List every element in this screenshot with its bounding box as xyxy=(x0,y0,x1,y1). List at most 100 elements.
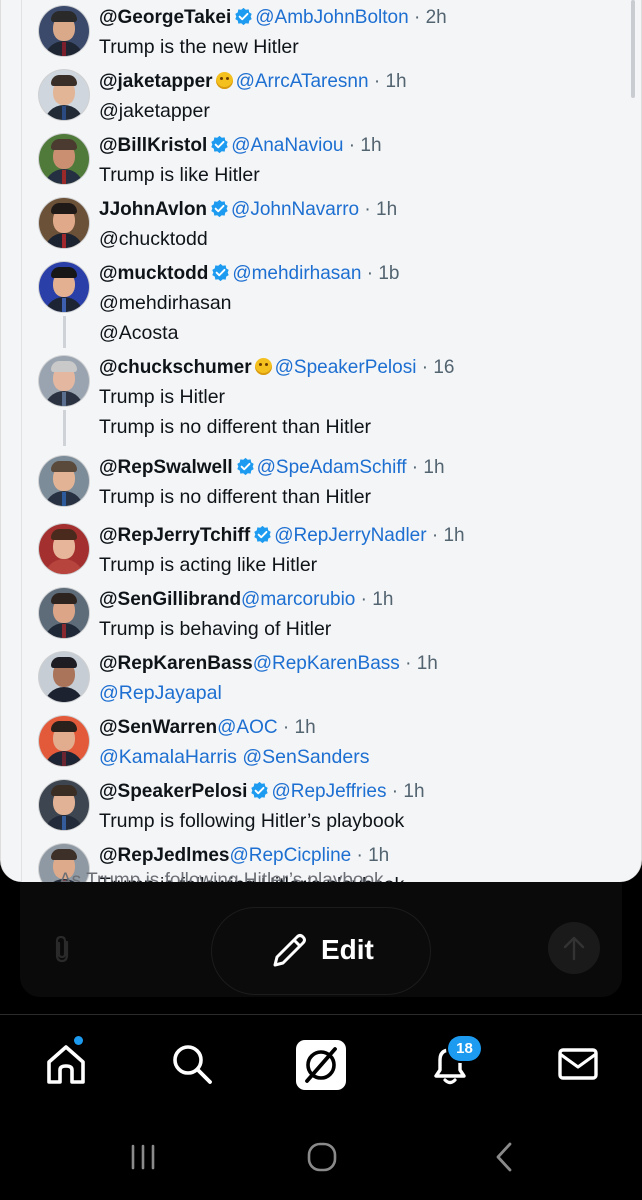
tweet-text: @mehdirhasan xyxy=(99,292,232,314)
tweet-time: 1h xyxy=(372,589,394,610)
avatar[interactable] xyxy=(39,198,89,248)
attach-icon[interactable] xyxy=(50,934,76,964)
back-icon[interactable] xyxy=(490,1140,522,1172)
separator-dot: · xyxy=(386,781,404,802)
reply-mention[interactable]: @RepJerryNadler xyxy=(274,525,426,546)
search-icon[interactable] xyxy=(168,1040,216,1088)
author-handle[interactable]: @RepJedlmes xyxy=(99,845,229,866)
tweet-time: 1h xyxy=(403,781,425,802)
author-handle[interactable]: @mucktodd xyxy=(99,263,208,284)
avatar[interactable] xyxy=(39,262,89,312)
tweet-header: @RepJerryTchiff @RepJerryNadler · 1h xyxy=(99,524,465,548)
tweet-header: @SenGillibrand@marcorubio · 1h xyxy=(99,588,393,612)
tweet-text: Trump is Hitler xyxy=(99,386,226,408)
verified-badge-icon xyxy=(236,457,254,476)
tweet-text: Trump is acting like Hitler xyxy=(99,554,318,576)
tweet-time: 1h xyxy=(376,199,398,220)
tweet-text: Trump is following Hitler’s playbook xyxy=(99,810,405,832)
avatar[interactable] xyxy=(39,588,89,638)
author-handle[interactable]: @SenGillibrand xyxy=(99,589,241,610)
reply-mention[interactable]: @RepCicpline xyxy=(229,845,351,866)
separator-dot: · xyxy=(426,525,444,546)
tweet-time: 1h xyxy=(443,525,465,546)
grok-button[interactable] xyxy=(296,1040,346,1090)
home-icon[interactable] xyxy=(42,1040,90,1088)
recent-apps-icon[interactable] xyxy=(128,1140,160,1172)
scrollbar[interactable] xyxy=(631,0,635,98)
tweet-text: Trump is no different than Hitler xyxy=(99,416,372,438)
notifications-badge: 18 xyxy=(448,1036,481,1061)
tweet-text: Trump is the new Hitler xyxy=(99,36,299,58)
emoji-icon xyxy=(215,72,233,89)
separator-dot: · xyxy=(368,71,386,92)
reply-mention[interactable]: @AnaNaviou xyxy=(231,135,343,156)
home-unread-dot xyxy=(74,1036,83,1045)
reply-mention[interactable]: @SpeakerPelosi xyxy=(275,357,417,378)
author-handle[interactable]: @chuckschumer xyxy=(99,357,252,378)
avatar[interactable] xyxy=(39,780,89,830)
reply-mention[interactable]: @AOC xyxy=(217,717,277,738)
tweet-header: @jaketapper @ArrcATaresnn · 1h xyxy=(99,70,407,94)
thread-connector xyxy=(63,316,66,348)
tweet-header: @SenWarren@AOC · 1h xyxy=(99,716,316,740)
edit-label: Edit xyxy=(321,934,374,965)
avatar[interactable] xyxy=(39,134,89,184)
author-handle[interactable]: @BillKristol xyxy=(99,135,207,156)
reply-mention[interactable]: @marcorubio xyxy=(241,589,355,610)
avatar[interactable] xyxy=(39,6,89,56)
tabbar-divider xyxy=(0,1014,642,1015)
avatar[interactable] xyxy=(39,716,89,766)
grok-icon xyxy=(305,1047,337,1083)
tweet-text: Trump is behaving of Hitler xyxy=(99,618,332,640)
tweet-header: @RepSwalwell @SpeAdamSchiff · 1h xyxy=(99,456,445,480)
avatar[interactable] xyxy=(39,524,89,574)
tweet-header: @GeorgeTakei @AmbJohnBolton · 2h xyxy=(99,6,447,30)
edit-button[interactable]: Edit xyxy=(212,908,430,994)
author-handle[interactable]: @RepJerryTchiff xyxy=(99,525,250,546)
separator-dot: · xyxy=(355,589,373,610)
separator-dot: · xyxy=(408,7,426,28)
verified-badge-icon xyxy=(235,7,252,26)
tweet-text[interactable]: @KamalaHarris @SenSanders xyxy=(99,745,369,769)
tweet-header: @RepJedlmes@RepCicpline · 1h xyxy=(99,844,389,868)
home-system-icon[interactable] xyxy=(306,1140,338,1172)
tweet-header: @RepKarenBass@RepKarenBass · 1h xyxy=(99,652,438,676)
author-handle[interactable]: @SpeakerPelosi xyxy=(99,781,247,802)
reply-mention[interactable]: @RepJeffries xyxy=(271,781,386,802)
separator-dot: · xyxy=(343,135,361,156)
tweet-text[interactable]: @RepJayapal xyxy=(99,681,222,705)
avatar[interactable] xyxy=(39,652,89,702)
tweet-header: JJohnAvlon @JohnNavarro · 1h xyxy=(99,198,397,222)
reply-mention[interactable]: @ArrcATaresnn xyxy=(236,71,369,92)
avatar[interactable] xyxy=(39,356,89,406)
reply-mention[interactable]: @SpeAdamSchiff xyxy=(257,457,407,478)
verified-badge-icon xyxy=(212,263,230,282)
tweet-text: Trump is like Hitler xyxy=(99,164,260,186)
author-handle[interactable]: @RepKarenBass xyxy=(99,653,253,674)
author-handle[interactable]: JJohnAvlon xyxy=(99,199,207,220)
tweet-time: 1h xyxy=(385,71,407,92)
tweet-time: 2h xyxy=(425,7,447,28)
arrow-up-icon xyxy=(563,936,585,961)
reply-mention[interactable]: @AmbJohnBolton xyxy=(255,7,408,28)
separator-dot: · xyxy=(351,845,369,866)
author-handle[interactable]: @jaketapper xyxy=(99,71,213,92)
tweet-time: 1b xyxy=(378,263,400,284)
pencil-icon xyxy=(273,934,306,967)
separator-dot: · xyxy=(399,653,417,674)
author-handle[interactable]: @RepSwalwell xyxy=(99,457,233,478)
avatar[interactable] xyxy=(39,456,89,506)
tweet-header: @BillKristol @AnaNaviou · 1h xyxy=(99,134,382,158)
tweet-time: 1h xyxy=(368,845,390,866)
author-handle[interactable]: @GeorgeTakei xyxy=(99,7,231,28)
send-button[interactable] xyxy=(548,922,600,974)
reply-mention[interactable]: @RepKarenBass xyxy=(253,653,400,674)
reply-mention[interactable]: @mehdirhasan xyxy=(232,263,361,284)
messages-mail-icon[interactable] xyxy=(554,1040,602,1088)
reply-mention[interactable]: @JohnNavarro xyxy=(231,199,359,220)
avatar[interactable] xyxy=(39,70,89,120)
separator-dot: · xyxy=(406,457,424,478)
tweet-time: 1h xyxy=(423,457,445,478)
author-handle[interactable]: @SenWarren xyxy=(99,717,217,738)
emoji-icon xyxy=(254,358,272,375)
